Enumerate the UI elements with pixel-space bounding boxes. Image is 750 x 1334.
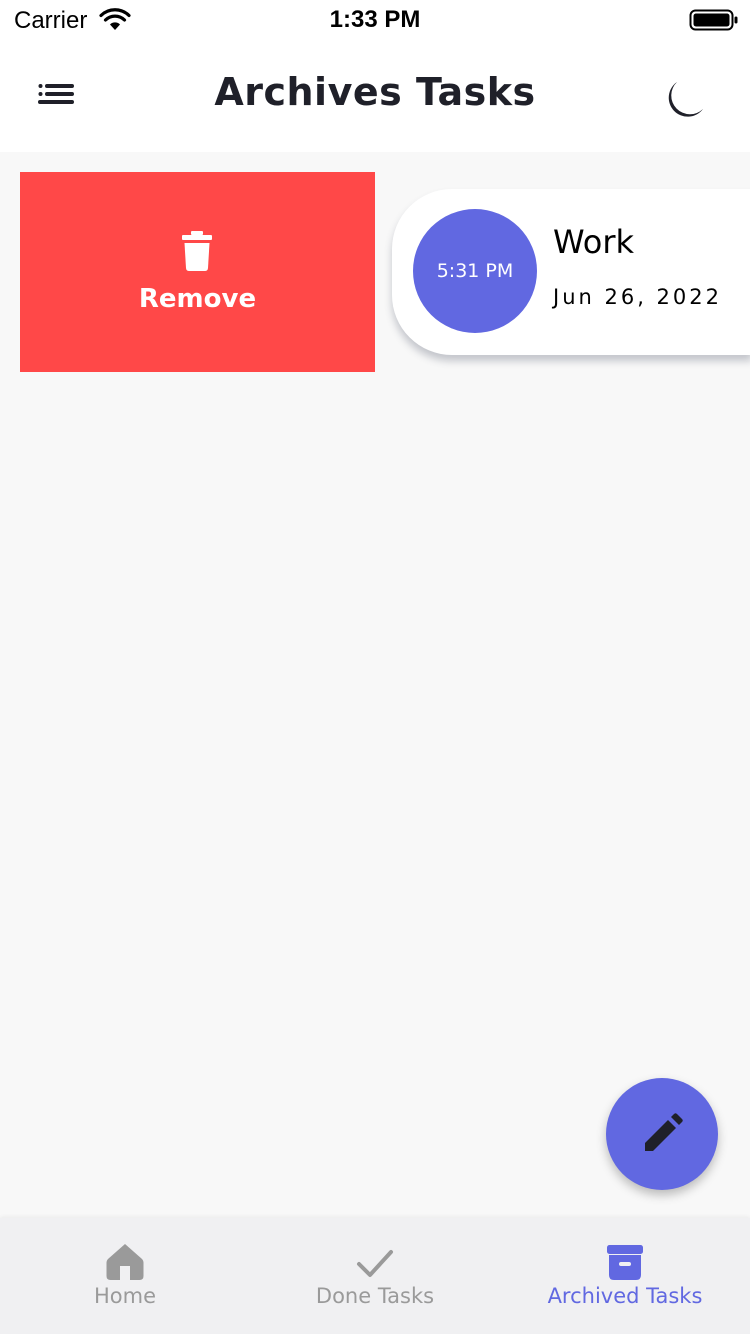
task-time-badge: 5:31 PM xyxy=(413,209,537,333)
pencil-icon xyxy=(645,1113,683,1151)
check-icon xyxy=(357,1250,393,1277)
theme-toggle-button[interactable] xyxy=(650,72,710,128)
status-bar: Carrier 1:33 PM xyxy=(0,0,750,44)
bottom-navigation: Home Done Tasks Archived Tasks xyxy=(0,1218,750,1334)
nav-label-archived-tasks: Archived Tasks xyxy=(547,1284,703,1308)
nav-item-archived-tasks[interactable]: Archived Tasks xyxy=(500,1218,750,1334)
nav-label-done-tasks: Done Tasks xyxy=(315,1284,435,1308)
remove-label: Remove xyxy=(138,284,257,314)
task-time: 5:31 PM xyxy=(436,260,514,282)
nav-label-home: Home xyxy=(93,1284,156,1308)
page-title: Archives Tasks xyxy=(214,70,536,114)
remove-swipe-action[interactable]: Remove xyxy=(20,172,375,372)
nav-item-done-tasks[interactable]: Done Tasks xyxy=(250,1218,500,1334)
status-time: 1:33 PM xyxy=(329,6,421,33)
home-icon xyxy=(106,1244,144,1280)
moon-icon xyxy=(668,82,703,117)
archived-tasks-list: Remove 5:31 PM Work Jun 26, 2022 xyxy=(0,152,750,1218)
task-title: Work xyxy=(553,223,635,261)
archive-icon xyxy=(607,1245,643,1280)
edit-fab-button[interactable] xyxy=(606,1078,718,1190)
app-bar: Archives Tasks xyxy=(0,44,750,152)
task-card[interactable]: 5:31 PM Work Jun 26, 2022 xyxy=(392,189,750,355)
nav-item-home[interactable]: Home xyxy=(0,1218,250,1334)
battery-icon xyxy=(689,9,738,31)
menu-button[interactable] xyxy=(30,74,82,122)
task-date: Jun 26, 2022 xyxy=(553,285,723,309)
menu-icon xyxy=(38,84,74,104)
trash-icon xyxy=(182,231,212,271)
